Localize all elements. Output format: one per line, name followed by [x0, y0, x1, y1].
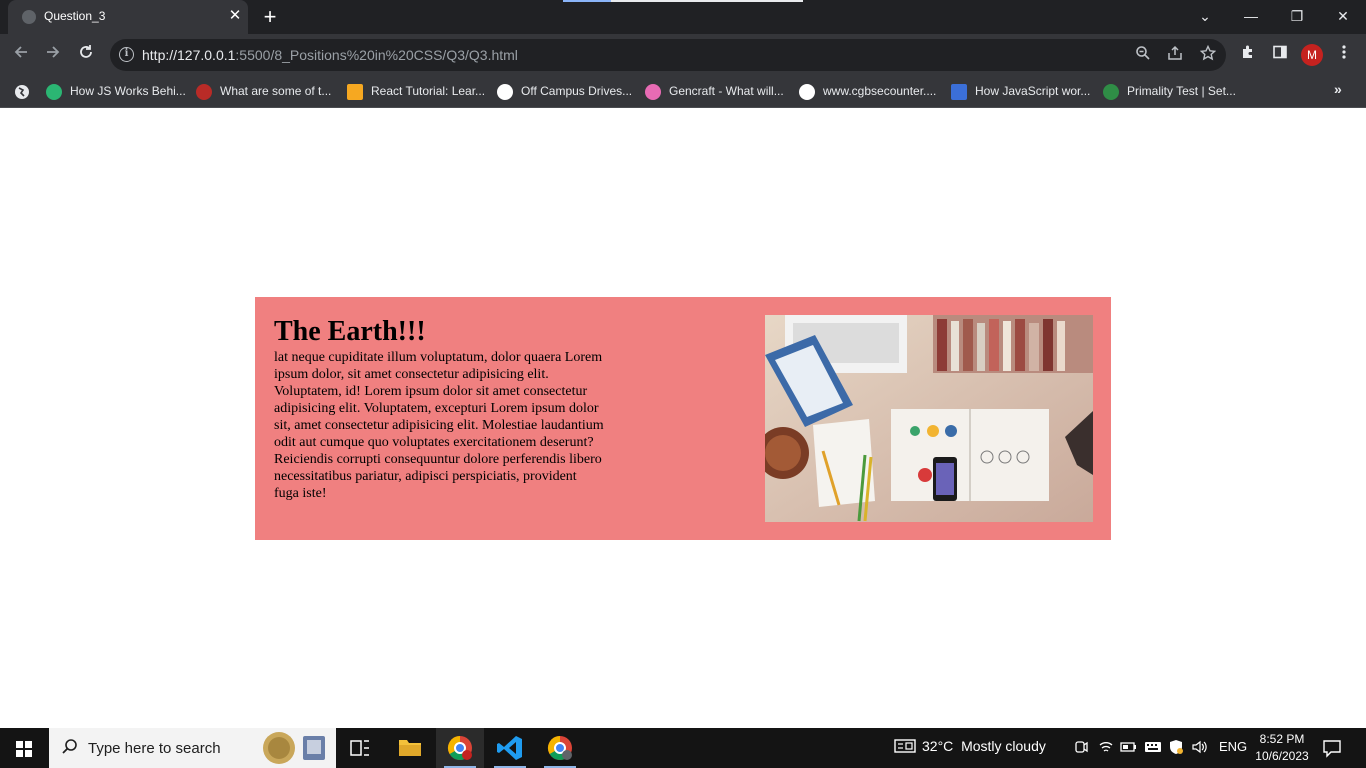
- bookmark-favicon-icon: [347, 84, 363, 100]
- back-arrow-icon: [14, 46, 27, 58]
- volume-icon[interactable]: [1191, 739, 1209, 758]
- card-paragraph: lat neque cupiditate illum voluptatum, d…: [274, 350, 604, 501]
- new-tab-button[interactable]: +: [258, 4, 282, 30]
- zoom-icon[interactable]: [1132, 45, 1154, 65]
- bookmark-favicon-icon: [951, 84, 967, 100]
- profile-avatar[interactable]: M: [1301, 44, 1323, 66]
- globe-icon: [22, 10, 36, 24]
- task-view-button[interactable]: [336, 728, 384, 768]
- browser-menu-icon[interactable]: [1333, 44, 1355, 66]
- taskbar: Type here to search 32°C Mostly cloudy E…: [0, 728, 1366, 768]
- close-window-button[interactable]: ✕: [1326, 5, 1360, 27]
- restore-button[interactable]: ❐: [1280, 5, 1314, 27]
- system-clock[interactable]: 8:52 PM 10/6/2023: [1254, 731, 1310, 765]
- close-tab-icon[interactable]: ✕: [226, 7, 244, 25]
- minimize-button[interactable]: —: [1234, 5, 1268, 27]
- earth-card: The Earth!!! lat neque cupiditate illum …: [255, 297, 1111, 540]
- reload-button[interactable]: [73, 43, 99, 67]
- meet-now-icon[interactable]: [1073, 739, 1089, 758]
- site-info-icon[interactable]: i: [119, 47, 134, 62]
- address-bar[interactable]: i http://127.0.0.1:5500/8_Positions%20in…: [110, 39, 1226, 71]
- card-text: The Earth!!! lat neque cupiditate illum …: [274, 315, 604, 502]
- weather-widget[interactable]: 32°C Mostly cloudy: [894, 738, 1046, 754]
- bookmark-favicon-icon: [1103, 84, 1119, 100]
- bookmark-favicon-icon: [46, 84, 62, 100]
- tab-search-chevron-icon[interactable]: ⌄: [1188, 5, 1222, 27]
- weather-icon: [894, 739, 916, 753]
- tab-loading-indicator: [563, 0, 803, 2]
- search-highlight-icon: [263, 732, 325, 764]
- clock-date: 10/6/2023: [1255, 749, 1309, 763]
- back-button[interactable]: [8, 43, 34, 67]
- apps-bookmark[interactable]: [14, 82, 34, 102]
- search-placeholder: Type here to search: [88, 740, 221, 757]
- windows-logo-icon: [16, 741, 32, 757]
- share-icon[interactable]: [1164, 45, 1186, 65]
- forward-arrow-icon: [47, 46, 60, 58]
- weather-description: Mostly cloudy: [961, 738, 1046, 754]
- card-title: The Earth!!!: [274, 316, 426, 347]
- chrome-icon: [547, 736, 572, 761]
- desk-workspace-image: [765, 315, 1093, 522]
- page-viewport: The Earth!!! lat neque cupiditate illum …: [0, 109, 1366, 728]
- vscode-app[interactable]: [486, 728, 534, 768]
- forward-button[interactable]: [40, 43, 66, 67]
- reload-icon: [80, 45, 92, 58]
- clock-time: 8:52 PM: [1259, 732, 1305, 746]
- chrome-app-active[interactable]: [436, 728, 484, 768]
- bookmark-favicon-icon: [196, 84, 212, 100]
- globe-icon: [15, 85, 29, 99]
- browser-tab[interactable]: Question_3 ✕: [8, 0, 248, 34]
- globe-icon: [799, 84, 815, 100]
- vscode-icon: [497, 736, 522, 760]
- chrome-icon: [447, 736, 472, 761]
- chrome-app[interactable]: [536, 728, 584, 768]
- browser-toolbar: i http://127.0.0.1:5500/8_Positions%20in…: [0, 34, 1366, 76]
- battery-icon[interactable]: [1120, 739, 1138, 758]
- wifi-icon[interactable]: [1098, 739, 1114, 758]
- security-shield-icon[interactable]: [1168, 739, 1184, 758]
- bookmarks-overflow-button[interactable]: »: [1334, 81, 1342, 97]
- tab-strip: Question_3 ✕ + ⌄ — ❐ ✕: [0, 0, 1366, 34]
- search-icon: [61, 738, 81, 758]
- keyboard-icon[interactable]: [1144, 739, 1162, 758]
- bookmarks-bar: How JS Works Behi... What are some of t.…: [0, 76, 1366, 108]
- extensions-icon[interactable]: [1237, 44, 1259, 66]
- task-view-icon: [350, 740, 369, 756]
- folder-icon: [399, 740, 421, 756]
- globe-icon: [497, 84, 513, 100]
- bookmark-star-icon[interactable]: [1197, 44, 1219, 65]
- url-text[interactable]: http://127.0.0.1:5500/8_Positions%20in%2…: [142, 47, 518, 63]
- language-indicator[interactable]: ENG: [1219, 739, 1247, 754]
- side-panel-icon[interactable]: [1269, 44, 1291, 66]
- start-button[interactable]: [0, 728, 48, 768]
- notifications-icon[interactable]: [1322, 738, 1342, 758]
- taskbar-search-box[interactable]: Type here to search: [49, 728, 336, 768]
- tab-title: Question_3: [44, 9, 106, 23]
- bookmark-favicon-icon: [645, 84, 661, 100]
- weather-temperature: 32°C: [922, 738, 954, 754]
- file-explorer-app[interactable]: [386, 728, 434, 768]
